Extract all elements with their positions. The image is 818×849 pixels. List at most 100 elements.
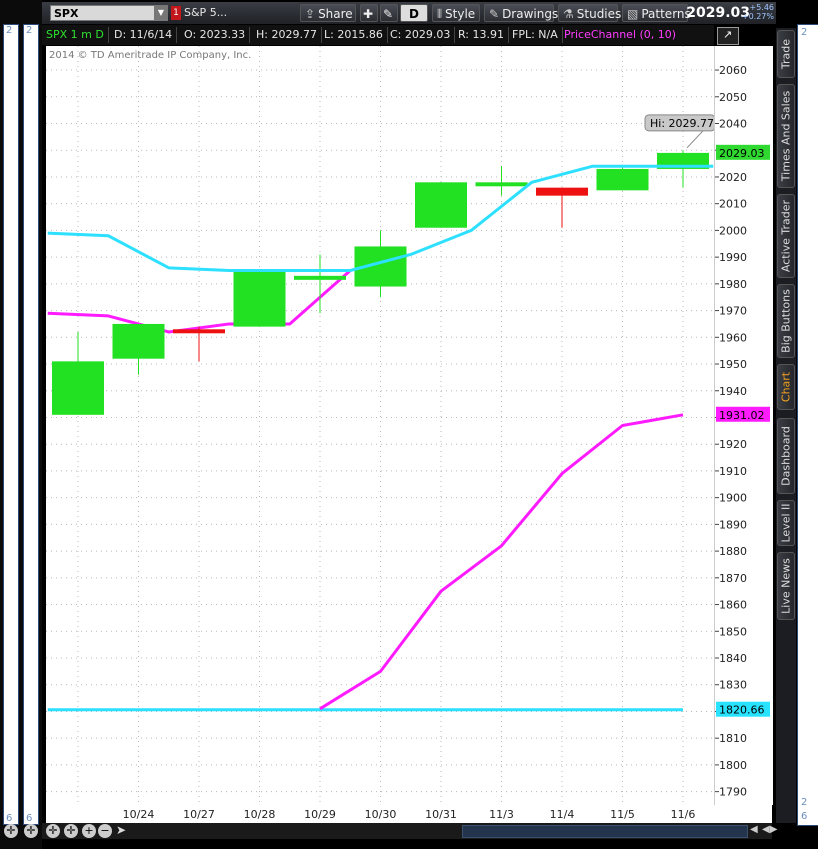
pencil-icon: ✎	[489, 7, 500, 21]
candle	[536, 187, 588, 228]
candle	[173, 326, 225, 362]
right-pane[interactable]: 2 2 6	[797, 24, 818, 826]
time-tick-label: 11/6	[671, 808, 696, 821]
left-crosshair-icon-2[interactable]: ✛	[24, 824, 38, 838]
symbol-link-badge[interactable]: 1	[171, 6, 181, 20]
symbol-input[interactable]: SPX	[50, 5, 168, 21]
left-crosshair-icon[interactable]: ✛	[4, 824, 18, 838]
crosshair-tool-button[interactable]: ✚	[360, 4, 378, 22]
share-button[interactable]: ⇪ Share	[300, 4, 356, 22]
price-change: +5.46 +0.27%	[741, 3, 774, 21]
tab-trade[interactable]: Trade	[777, 30, 795, 78]
wrench-icon: ✎	[383, 7, 394, 21]
price-tick-label: 1800	[719, 759, 747, 772]
price-tick-label: 1920	[719, 438, 747, 451]
tab-big-buttons[interactable]: Big Buttons	[777, 284, 795, 358]
pointer-icon[interactable]: ➤	[116, 823, 126, 837]
candle	[596, 166, 649, 191]
price-tick-label: 1980	[719, 278, 747, 291]
candle	[112, 323, 165, 375]
drawings-button[interactable]: ✎ Drawings	[484, 4, 558, 22]
wrench-tool-button[interactable]: ✎	[380, 4, 398, 22]
price-tick-label: 2020	[719, 171, 747, 184]
left-pane-number: 6	[26, 813, 33, 824]
bar-fpl: FPL: N/A	[508, 27, 563, 43]
candlestick-chart[interactable]: Hi: 2029.77	[46, 46, 714, 805]
tab-active-trader[interactable]: Active Trader	[777, 194, 795, 278]
left-pane-number: 6	[6, 813, 13, 824]
price-tick-label: 1910	[719, 465, 747, 478]
hi-bubble-text: Hi: 2029.77	[650, 117, 714, 130]
price-marker-label: 2029.03	[719, 147, 765, 160]
candle	[657, 150, 709, 188]
price-tick-label: 1970	[719, 305, 747, 318]
crosshair-icon[interactable]: ✛	[46, 824, 60, 838]
right-pane-number: 6	[801, 811, 808, 822]
aggregation-button[interactable]: D	[400, 4, 428, 22]
scroll-right-icon[interactable]: ◀▶	[762, 824, 777, 835]
hi-bubble-pointer	[686, 130, 704, 149]
price-tick-label: 1940	[719, 385, 747, 398]
price-axis[interactable]: 1790180018101820183018401850186018701880…	[714, 46, 773, 805]
copyright-text: 2014 © TD Ameritrade IP Company, Inc.	[49, 50, 252, 61]
candle	[52, 331, 104, 415]
price-tick-label: 1960	[719, 331, 747, 344]
symbol-description: S&P 5...	[184, 6, 228, 19]
right-pane-number: 2	[801, 797, 808, 808]
candle-body	[596, 168, 649, 191]
crosshair-icon: ✚	[363, 7, 374, 21]
time-axis-svg: 10/24 10/27 10/28 10/29 10/30 10/31 11/3 11/4 11…	[123, 808, 696, 821]
time-scrollbar[interactable]	[462, 825, 748, 838]
time-tick-label: 10/29	[304, 808, 336, 821]
price-marker-label: 1931.02	[719, 409, 765, 422]
patterns-button[interactable]: ▧ Patterns	[622, 4, 691, 22]
price-axis-svg: 1790180018101820183018401850186018701880…	[715, 64, 770, 799]
time-tick-label: 10/24	[123, 808, 155, 821]
side-tab-bar: Trade Times And Sales Active Trader Big …	[776, 28, 796, 823]
candle	[233, 270, 286, 327]
price-tick-label: 2050	[719, 91, 747, 104]
bar-high: H: 2029.77	[252, 27, 322, 43]
price-tick-label: 2010	[719, 198, 747, 211]
price-tick-label: 1810	[719, 732, 747, 745]
style-button[interactable]: ⫴ Style	[432, 4, 480, 22]
chart-settings-button[interactable]: ↗	[717, 27, 739, 45]
tab-dashboard[interactable]: Dashboard	[777, 418, 795, 494]
tab-level-ii[interactable]: Level II	[777, 500, 795, 546]
zoom-out-icon[interactable]: −	[98, 824, 112, 838]
candle	[415, 182, 467, 228]
candle-body	[536, 187, 588, 196]
zoom-fit-icon[interactable]: ✛	[64, 824, 78, 838]
left-pane-2[interactable]: 2 6	[23, 24, 39, 825]
tab-chart[interactable]: Chart	[777, 364, 795, 410]
studies-button[interactable]: ⚗ Studies	[558, 4, 621, 22]
left-pane-1[interactable]: 2 6	[3, 24, 19, 825]
bar-date: D: 11/6/14	[110, 27, 178, 43]
time-axis[interactable]: 10/24 10/27 10/28 10/29 10/30 10/31 11/3 11/4 11…	[46, 805, 772, 823]
chart-toolbar: SPX ▼ 1 S&P 5... ⇪ Share ✚ ✎ D ⫴ Style ✎ Dr…	[42, 2, 776, 25]
tab-times-and-sales[interactable]: Times And Sales	[777, 84, 795, 188]
study-label[interactable]: PriceChannel (0, 10)	[560, 27, 680, 43]
time-tick-label: 10/28	[244, 808, 276, 821]
chart-plot-area[interactable]: Hi: 2029.77 2014 © TD Ameritrade IP Comp…	[46, 46, 714, 805]
scroll-left-icon[interactable]: ◀	[750, 824, 758, 835]
bar-low: L: 2015.86	[320, 27, 388, 43]
draw-icon: ↗	[723, 28, 733, 41]
price-tick-label: 2000	[719, 224, 747, 237]
tab-live-news[interactable]: Live News	[777, 552, 795, 620]
last-price: 2029.03	[686, 5, 750, 21]
candle-body	[294, 275, 346, 280]
left-pane-number: 2	[26, 25, 33, 36]
zoom-in-icon[interactable]: +	[82, 824, 96, 838]
bar-open: O: 2023.33	[180, 27, 251, 43]
candle-body	[233, 270, 286, 327]
chart-bottom-bar: ✛ ✛ + − ➤ ◀ ◀▶	[42, 823, 777, 839]
candle-body	[475, 182, 528, 187]
price-tick-label: 1990	[719, 251, 747, 264]
candle-body	[173, 329, 225, 334]
price-tick-label: 1830	[719, 679, 747, 692]
time-tick-label: 11/4	[550, 808, 575, 821]
chevron-down-icon[interactable]: ▼	[154, 6, 168, 20]
bar-close: C: 2029.03	[386, 27, 456, 43]
price-tick-label: 1790	[719, 786, 747, 799]
